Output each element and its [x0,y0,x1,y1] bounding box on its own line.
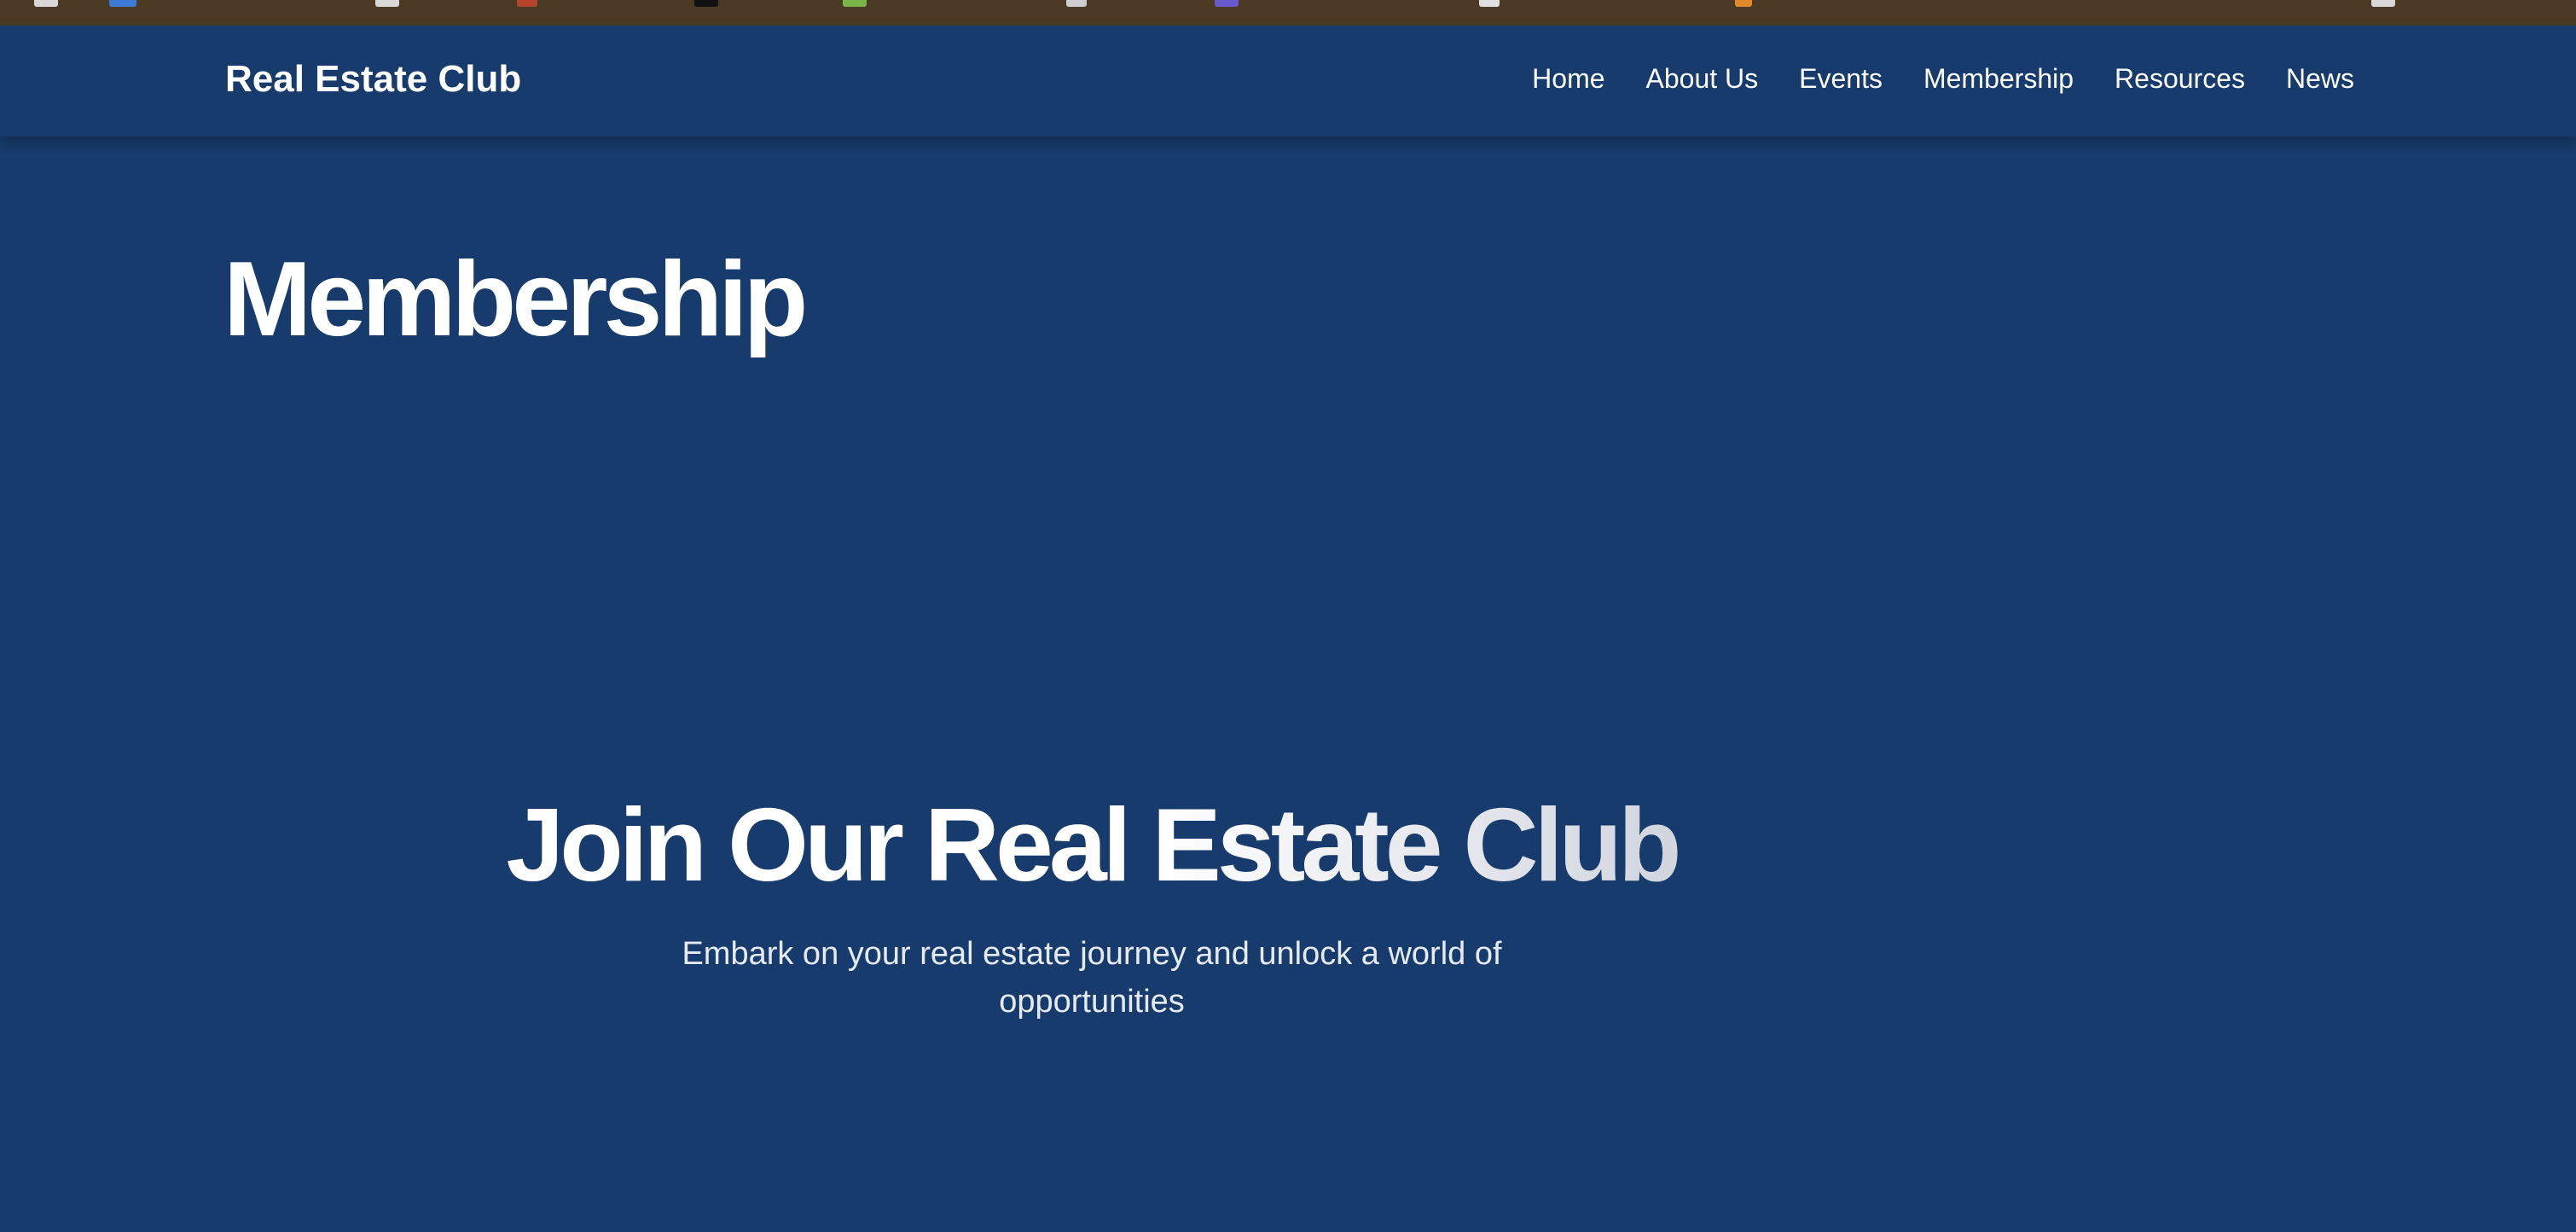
bookmark-icon[interactable] [2371,0,2395,7]
site-logo[interactable]: Real Estate Club [225,58,521,101]
bookmark-icon[interactable] [843,0,867,7]
bookmark-icon[interactable] [34,0,58,7]
bookmark-icon[interactable] [109,0,136,7]
nav-link-events[interactable]: Events [1799,63,1883,95]
bookmark-icon[interactable] [1735,0,1752,7]
hero-title: Join Our Real Estate Club [478,785,1706,904]
site-header: Real Estate Club Home About Us Events Me… [0,26,2576,137]
page: Real Estate Club Home About Us Events Me… [0,26,2576,1232]
bookmark-icon[interactable] [1066,0,1087,7]
nav-link-news[interactable]: News [2286,63,2354,95]
bookmark-icon[interactable] [375,0,399,7]
nav-link-resources[interactable]: Resources [2115,63,2245,95]
nav-link-about-us[interactable]: About Us [1646,63,1759,95]
bookmark-icon[interactable] [1215,0,1239,7]
nav-link-membership[interactable]: Membership [1923,63,2074,95]
main-nav: Home About Us Events Membership Resource… [1532,63,2354,95]
bookmark-icon[interactable] [694,0,718,7]
nav-link-home[interactable]: Home [1532,63,1604,95]
bookmark-icon[interactable] [1479,0,1500,7]
hero-section: Join Our Real Estate Club Embark on your… [478,785,1706,1026]
hero-subtitle: Embark on your real estate journey and u… [682,936,1502,1020]
browser-bookmarks-strip [0,0,2576,26]
bookmark-icon[interactable] [517,0,537,7]
page-title: Membership [223,241,808,358]
